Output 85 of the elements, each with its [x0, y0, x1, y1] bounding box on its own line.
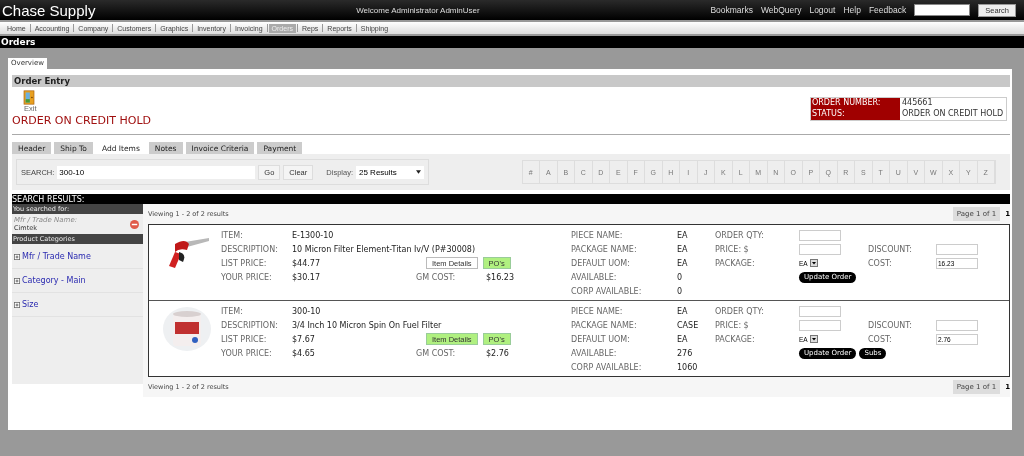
field-value: 3/4 Inch 10 Micron Spin On Fuel Filter [292, 320, 443, 330]
quantity-field[interactable] [799, 229, 841, 241]
expand-icon[interactable] [14, 277, 20, 284]
credit-hold-message: ORDER ON CREDIT HOLD [12, 114, 151, 127]
field-value: 10 Micron Filter Element-Titan Iv/V (P#30008) [292, 244, 477, 254]
field-label: ITEM: [221, 230, 244, 240]
field-label: DEFAULT UOM: [571, 334, 631, 344]
category-link[interactable]: Category - Main [22, 276, 86, 285]
field-value: EA [677, 306, 689, 316]
field-value: 0 [677, 272, 684, 282]
results-title: SEARCH RESULTS: [12, 194, 85, 204]
field-value: 1060 [677, 362, 699, 372]
discount-field[interactable] [936, 243, 978, 255]
field-label: DESCRIPTION: [221, 244, 279, 254]
field-label: LIST PRICE: [221, 334, 268, 344]
field-label: AVAILABLE: [571, 348, 618, 358]
field-label: PACKAGE NAME: [571, 244, 638, 254]
price-field[interactable] [799, 243, 841, 255]
field-value: EA [677, 258, 689, 268]
field-label: COST: [868, 334, 893, 344]
header-link[interactable]: Feedback [868, 5, 907, 15]
search-field[interactable] [914, 4, 971, 16]
field-value: EA [677, 244, 689, 254]
section-title: Order Entry [14, 76, 71, 86]
field-label: PACKAGE: [715, 258, 756, 268]
field-value: CASE [677, 320, 700, 330]
page-title: Orders [1, 37, 36, 47]
field-value: $4.65 [292, 348, 316, 358]
field-label: PRICE: $ [715, 244, 750, 254]
field-value: $7.67 [292, 334, 316, 344]
field-label: YOUR PRICE: [221, 272, 273, 282]
field-label: PIECE NAME: [571, 230, 624, 240]
field-value: $30.17 [292, 272, 321, 282]
field-label: COST: [868, 258, 893, 268]
field-label: CORP AVAILABLE: [571, 362, 643, 372]
field-label: ITEM: [221, 306, 244, 316]
header-link[interactable]: Logout [809, 5, 836, 15]
field-label: AVAILABLE: [571, 272, 618, 282]
display-dropdown[interactable]: 25 Results [356, 165, 424, 179]
field-label: PACKAGE NAME: [571, 320, 638, 330]
field-value: 276 [677, 348, 694, 358]
caret-icon [809, 335, 818, 343]
expand-icon[interactable] [14, 253, 20, 260]
field-label: DEFAULT UOM: [571, 258, 631, 268]
discount-field[interactable] [936, 319, 978, 331]
info-value: ORDER ON CREDIT HOLD [901, 109, 1005, 120]
info-label: ORDER NUMBER: [811, 98, 900, 109]
field-label: DESCRIPTION: [221, 320, 279, 330]
category-link[interactable]: Size [22, 300, 39, 309]
search-field[interactable]: 300-10 [57, 165, 256, 179]
field-label: ORDER QTY: [715, 306, 765, 316]
field-label: ORDER QTY: [715, 230, 765, 240]
info-label: STATUS: [811, 109, 900, 120]
field-value: 300-10 [292, 306, 322, 316]
field-value: EA [677, 230, 689, 240]
header-link[interactable]: WebQuery [760, 5, 802, 15]
field-label: DISCOUNT: [868, 320, 914, 330]
field-label: PACKAGE: [715, 334, 756, 344]
door-icon[interactable] [22, 90, 36, 105]
welcome-text: Welcome Administrator AdminUser [356, 5, 481, 15]
field-label: PIECE NAME: [571, 306, 624, 316]
app-title: Chase Supply [2, 1, 97, 19]
field-value: E-1300-10 [292, 230, 335, 240]
caret-icon [416, 170, 421, 174]
expand-icon[interactable] [14, 301, 20, 308]
field-label: GM COST: [416, 348, 457, 358]
field-value: $16.23 [486, 272, 514, 282]
info-value: 445661 [901, 98, 934, 109]
remove-icon[interactable] [130, 219, 139, 229]
price-field[interactable] [799, 319, 841, 331]
caret-icon [809, 259, 818, 267]
field-label: CORP AVAILABLE: [571, 286, 643, 296]
category-link[interactable]: Mfr / Trade Name [22, 252, 91, 261]
field-label: GM COST: [416, 272, 457, 282]
field-label: YOUR PRICE: [221, 348, 273, 358]
field-label: PRICE: $ [715, 320, 750, 330]
field-label: LIST PRICE: [221, 258, 268, 268]
field-value: $2.76 [486, 348, 509, 358]
field-value: $44.77 [292, 258, 321, 268]
quantity-field[interactable] [799, 305, 841, 317]
field-value: EA [677, 334, 689, 344]
field-label: DISCOUNT: [868, 244, 914, 254]
header-link[interactable]: Bookmarks [710, 5, 753, 15]
field-value: 0 [677, 286, 684, 296]
header-link[interactable]: Help [843, 5, 861, 15]
